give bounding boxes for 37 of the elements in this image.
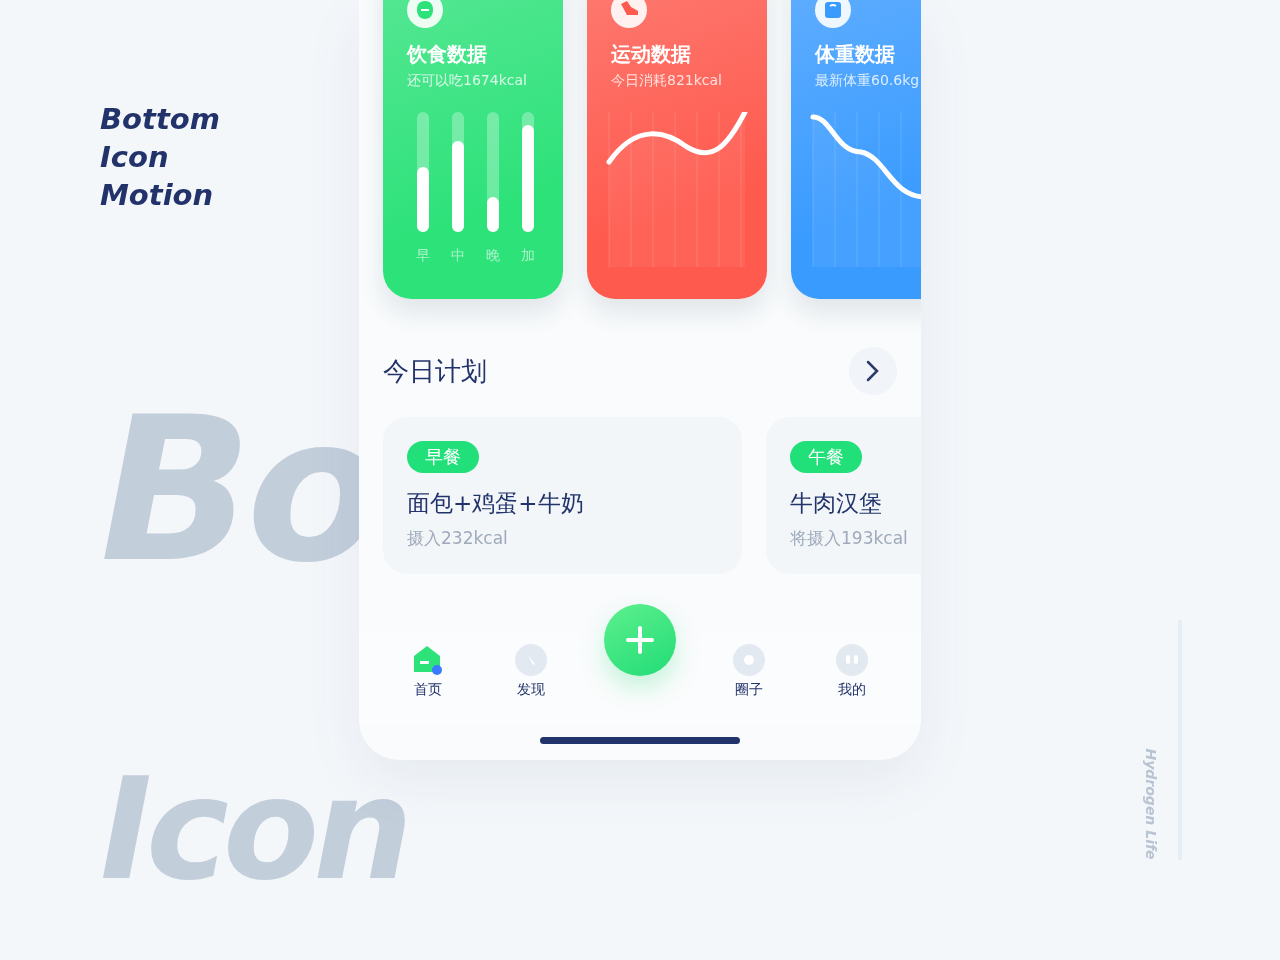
ring-icon bbox=[732, 644, 765, 676]
heading-text: Icon bbox=[100, 139, 169, 176]
side-caption: Hydrogen Life bbox=[1141, 748, 1160, 860]
chevron-right-icon bbox=[866, 360, 880, 382]
meal-tag: 午餐 bbox=[790, 441, 862, 473]
heading-text: Motion bbox=[100, 177, 214, 214]
tab-item[interactable]: 发现 bbox=[501, 644, 562, 698]
card-subtitle: 最新体重60.6kg bbox=[815, 71, 921, 90]
plus-icon bbox=[626, 626, 654, 654]
meal-name: 牛肉汉堡 bbox=[790, 489, 883, 518]
bar-label: 晚 bbox=[486, 246, 500, 264]
heading-text: Bottom bbox=[100, 101, 220, 138]
card-title: 运动数据 bbox=[611, 41, 692, 68]
section-title: 今日计划 bbox=[383, 355, 487, 388]
tab-item[interactable]: 圈子 bbox=[718, 644, 779, 698]
face-icon bbox=[835, 644, 868, 676]
meal-tag: 早餐 bbox=[407, 441, 479, 473]
bar-label: 早 bbox=[416, 246, 430, 264]
card-title: 体重数据 bbox=[815, 41, 896, 68]
apple-icon bbox=[407, 0, 443, 28]
scale-icon bbox=[815, 0, 851, 28]
card-subtitle: 还可以吃1674kcal bbox=[407, 71, 528, 90]
meal-name: 面包+鸡蛋+牛奶 bbox=[407, 489, 585, 518]
tab-item[interactable]: 首页 bbox=[398, 644, 459, 698]
shoe-icon bbox=[611, 0, 647, 28]
bar-label: 中 bbox=[451, 246, 465, 264]
calorie-text: 摄入232kcal bbox=[407, 527, 509, 550]
next-button[interactable] bbox=[849, 347, 897, 395]
plan-card[interactable]: 午餐 牛肉汉堡 将摄入193kcal bbox=[766, 417, 921, 574]
card-subtitle: 今日消耗821kcal bbox=[611, 71, 723, 90]
plan-card[interactable]: 早餐 面包+鸡蛋+牛奶 摄入232kcal bbox=[383, 417, 742, 574]
calorie-text: 将摄入193kcal bbox=[790, 527, 909, 550]
compass-icon bbox=[515, 644, 548, 676]
bar-label: 加 bbox=[521, 246, 535, 264]
tab-item[interactable]: 我的 bbox=[821, 644, 882, 698]
card-title: 饮食数据 bbox=[407, 41, 488, 68]
house-icon bbox=[412, 644, 445, 676]
